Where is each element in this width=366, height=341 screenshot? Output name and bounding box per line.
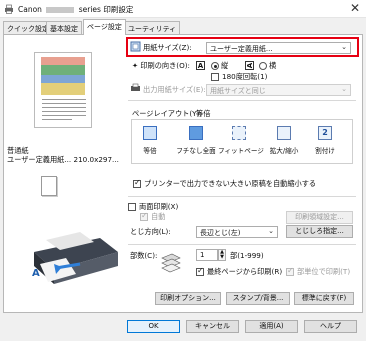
layout-fit-to-page-icon[interactable] [232,126,246,140]
tab-maintenance[interactable]: ユーティリティ [124,21,181,35]
stepper-down-icon[interactable]: ▼ [219,255,225,260]
page-layout-value: 等倍 [196,109,211,118]
page-size-value: ユーザー定義用紙... [210,45,273,53]
portrait-icon: A [196,61,205,70]
close-button[interactable]: ✕ [350,1,360,15]
landscape-radio[interactable] [259,62,267,70]
output-size-value: 用紙サイズと同じ [210,87,266,95]
paper-info-text: ユーザー定義用紙... 210.0x297... [7,155,119,164]
window-title: Canon series 印刷設定 [18,5,134,14]
orientation-label: ✦ 印刷の向き(O): [132,61,190,70]
chevron-down-icon: ⌄ [341,43,347,51]
portrait-label: 縦 [221,61,229,70]
help-button[interactable]: ヘルプ [304,320,357,333]
printer-illustration-icon: A [32,232,118,284]
page-size-select[interactable]: ユーザー定義用紙... ⌄ [206,42,351,54]
layout-scaled-label: 拡大/縮小 [269,147,299,155]
layout-page-layout-icon[interactable]: 2 [318,126,332,140]
print-from-last-checkbox[interactable] [196,266,204,276]
arrow-icon: ✦ [132,61,139,70]
duplex-checkbox[interactable] [128,203,136,211]
collate-label: 部単位で印刷(T) [297,267,351,276]
divider [128,196,356,197]
landscape-icon: A [245,61,254,70]
landscape-label: 横 [269,61,277,70]
auto-reduce-label: プリンターで出力できない大きい原稿を自動縮小する [144,179,317,188]
page-size-label: 用紙サイズ(Z): [143,43,192,52]
title-bar: Canon series 印刷設定 ✕ [0,0,366,18]
copies-stepper[interactable]: ▲ ▼ [218,249,226,261]
ok-button[interactable]: OK [127,320,180,333]
cancel-button[interactable]: キャンセル [186,320,239,333]
layout-normal-icon[interactable] [143,126,157,140]
copies-range-label: 部(1-999) [230,251,264,260]
printer-small-icon [131,83,140,91]
printer-icon [5,4,13,14]
portrait-radio[interactable] [211,62,219,70]
output-size-label: 出力用紙サイズ(E): [143,85,206,94]
rotate-180-checkbox[interactable] [211,73,219,81]
print-options-button[interactable]: 印刷オプション... [155,292,221,305]
copies-label: 部数(C): [130,251,158,260]
duplex-auto-checkbox[interactable] [140,211,148,221]
layout-normal-label: 等倍 [143,147,157,155]
stamp-background-button[interactable]: スタンプ/背景... [226,292,290,305]
stapling-margin-button[interactable]: とじしろ指定... [286,225,353,238]
restore-defaults-button[interactable]: 標準に戻す(F) [294,292,354,305]
preview-image [41,57,85,95]
copies-stack-icon [161,253,181,273]
tab-main[interactable]: 基本設定 [46,21,82,35]
page-layout-label: ページレイアウト(Y): [132,109,202,118]
chevron-down-icon: ⌄ [341,85,347,93]
output-size-select[interactable]: 用紙サイズと同じ ⌄ [206,84,351,96]
binding-label: とじ方向(L): [130,227,171,236]
binding-select[interactable]: 長辺とじ(左) ⌄ [196,226,278,238]
print-area-setup-button[interactable]: 印刷領域設定... [286,211,353,224]
collate-checkbox[interactable] [286,266,294,276]
binding-value: 長辺とじ(左) [200,229,241,237]
copies-input[interactable]: 1 [196,249,218,261]
divider [128,100,356,101]
layout-fit-to-page-label: フィットページ [218,147,264,155]
duplex-auto-label: 自動 [151,212,166,221]
tab-page-setup[interactable]: ページ設定 [83,19,126,35]
apply-button[interactable]: 適用(A) [245,320,298,333]
page-preview [34,52,92,128]
divider [128,244,356,245]
layout-scaled-icon[interactable] [277,126,291,140]
page-size-icon [130,41,141,52]
paper-orientation-preview [41,176,57,196]
layout-borderless-icon[interactable] [189,126,203,140]
svg-text:A: A [32,268,40,279]
redacted-model-name [46,7,75,13]
layout-borderless-label: フチなし全面 [176,147,216,155]
auto-reduce-checkbox[interactable] [133,178,141,188]
chevron-down-icon: ⌄ [268,227,274,235]
print-from-last-label: 最終ページから印刷(R) [207,267,283,276]
rotate-180-label: 180度回転(1) [222,72,268,81]
layout-page-layout-label: 割付け [315,147,335,155]
